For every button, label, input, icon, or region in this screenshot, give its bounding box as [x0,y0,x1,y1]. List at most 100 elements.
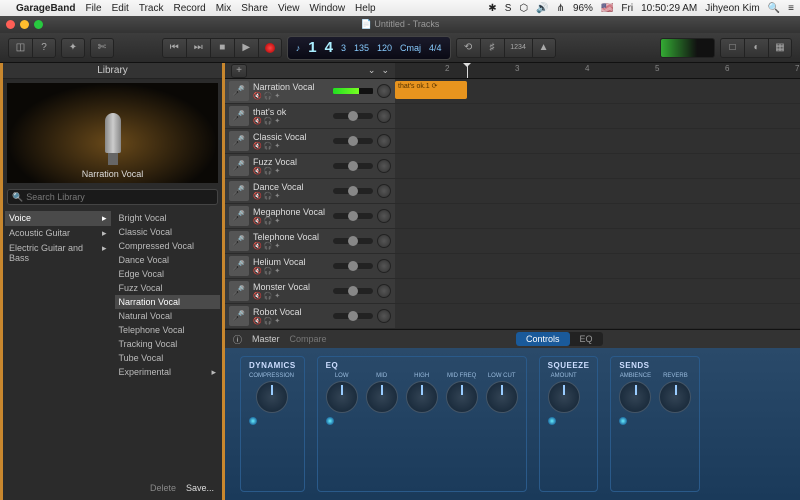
bypass-led[interactable] [249,417,257,425]
master-tab[interactable]: Master [252,334,280,344]
knob-low[interactable] [326,381,358,413]
rewind-button[interactable]: ⏮ [162,38,186,58]
menu-track[interactable]: Track [139,3,164,14]
patch-natural-vocal[interactable]: Natural Vocal [115,309,221,323]
patch-bright-vocal[interactable]: Bright Vocal [115,211,221,225]
track-row[interactable]: 🎤Helium Vocal🔇 🎧 ✦ [225,254,800,279]
pan-knob[interactable] [377,134,391,148]
pan-knob[interactable] [377,209,391,223]
track-controls[interactable]: 🔇 🎧 ✦ [253,217,329,225]
volume-slider[interactable] [333,113,373,119]
track-controls[interactable]: 🔇 🎧 ✦ [253,267,329,275]
track-controls[interactable]: 🔇 🎧 ✦ [253,242,329,250]
tab-eq[interactable]: EQ [570,332,603,346]
volume-slider[interactable] [333,288,373,294]
knob-mid[interactable] [366,381,398,413]
trackhead-automation-icon[interactable]: ⌄ [381,65,389,76]
pan-knob[interactable] [377,84,391,98]
menu-mix[interactable]: Mix [216,3,232,14]
track-row[interactable]: 🎤that's ok🔇 🎧 ✦ [225,104,800,129]
menu-window[interactable]: Window [309,3,345,14]
pan-knob[interactable] [377,259,391,273]
record-button[interactable] [258,38,282,58]
pan-knob[interactable] [377,184,391,198]
menu-file[interactable]: File [85,3,101,14]
track-row[interactable]: 🎤Classic Vocal🔇 🎧 ✦ [225,129,800,154]
flag-icon[interactable]: 🇺🇸 [601,3,613,14]
pan-knob[interactable] [377,109,391,123]
track-controls[interactable]: 🔇 🎧 ✦ [253,167,329,175]
search-library[interactable]: 🔍 Search Library [7,189,218,205]
info-icon[interactable]: ⓘ [233,333,242,346]
track-row[interactable]: 🎤Monster Vocal🔇 🎧 ✦ [225,279,800,304]
patch-tube-vocal[interactable]: Tube Vocal [115,351,221,365]
lcd-display[interactable]: ♪ 1 4 3 135 120 Cmaj 4/4 [287,36,451,60]
patch-edge-vocal[interactable]: Edge Vocal [115,267,221,281]
volume-slider[interactable] [333,163,373,169]
pan-knob[interactable] [377,284,391,298]
volume-slider[interactable] [333,213,373,219]
knob-mid-freq[interactable] [446,381,478,413]
volume-icon[interactable]: 🔊 [536,3,548,14]
track-controls[interactable]: 🔇 🎧 ✦ [253,192,329,200]
track-row[interactable]: 🎤Telephone Vocal🔇 🎧 ✦ [225,229,800,254]
media-browser-button[interactable]: ▦ [768,38,792,58]
menu-view[interactable]: View [278,3,300,14]
zoom-button[interactable] [34,20,43,29]
pan-knob[interactable] [377,159,391,173]
patch-fuzz-vocal[interactable]: Fuzz Vocal [115,281,221,295]
menu-edit[interactable]: Edit [112,3,129,14]
cycle-button[interactable]: ⟲ [456,38,480,58]
menu-share[interactable]: Share [241,3,268,14]
knob-reverb[interactable] [659,381,691,413]
trackhead-menu-icon[interactable]: ⌄ [368,65,376,76]
knob-high[interactable] [406,381,438,413]
knob-ambience[interactable] [619,381,651,413]
app-name[interactable]: GarageBand [16,3,75,14]
volume-slider[interactable] [333,138,373,144]
bypass-led[interactable] [548,417,556,425]
skype-icon[interactable]: S [505,3,512,14]
evernote-icon[interactable]: ✱ [488,3,496,14]
editors-toggle[interactable]: ✄ [90,38,114,58]
category-voice[interactable]: Voice▸ [5,211,111,226]
bypass-led[interactable] [326,417,334,425]
tab-controls[interactable]: Controls [516,332,570,346]
master-volume[interactable] [660,38,715,58]
notepad-button[interactable]: □ [720,38,744,58]
notif-icon[interactable]: ≡ [788,3,794,14]
bypass-led[interactable] [619,417,627,425]
track-row[interactable]: 🎤Megaphone Vocal🔇 🎧 ✦ [225,204,800,229]
patch-tracking-vocal[interactable]: Tracking Vocal [115,337,221,351]
metronome-button[interactable]: ▲ [532,38,556,58]
compare-button[interactable]: Compare [290,334,327,344]
knob-compression[interactable] [256,381,288,413]
playhead[interactable] [467,63,468,78]
tuner-button[interactable]: ♯ [480,38,504,58]
track-row[interactable]: 🎤Dance Vocal🔇 🎧 ✦ [225,179,800,204]
audio-region[interactable]: that's ok.1 ⟳ [395,81,467,99]
track-row[interactable]: 🎤Robot Vocal🔇 🎧 ✦ [225,304,800,329]
smart-controls-toggle[interactable]: ✦ [61,38,85,58]
add-track-button[interactable]: + [231,64,247,78]
quickhelp-toggle[interactable]: ? [32,38,56,58]
category-acoustic-guitar[interactable]: Acoustic Guitar▸ [5,226,111,241]
close-button[interactable] [6,20,15,29]
delete-button[interactable]: Delete [150,483,176,497]
volume-slider[interactable] [333,188,373,194]
volume-slider[interactable] [333,313,373,319]
knob-amount[interactable] [548,381,580,413]
patch-dance-vocal[interactable]: Dance Vocal [115,253,221,267]
track-row[interactable]: 🎤Fuzz Vocal🔇 🎧 ✦ [225,154,800,179]
stop-button[interactable]: ■ [210,38,234,58]
knob-low-cut[interactable] [486,381,518,413]
countin-button[interactable]: 1234 [504,38,532,58]
minimize-button[interactable] [20,20,29,29]
category-electric-guitar-and-bass[interactable]: Electric Guitar and Bass▸ [5,241,111,265]
pan-knob[interactable] [377,234,391,248]
spotlight-icon[interactable]: 🔍 [768,3,780,14]
loop-browser-button[interactable]: ◐ [744,38,768,58]
patch-compressed-vocal[interactable]: Compressed Vocal [115,239,221,253]
user-name[interactable]: Jihyeon Kim [705,3,759,14]
forward-button[interactable]: ⏭ [186,38,210,58]
